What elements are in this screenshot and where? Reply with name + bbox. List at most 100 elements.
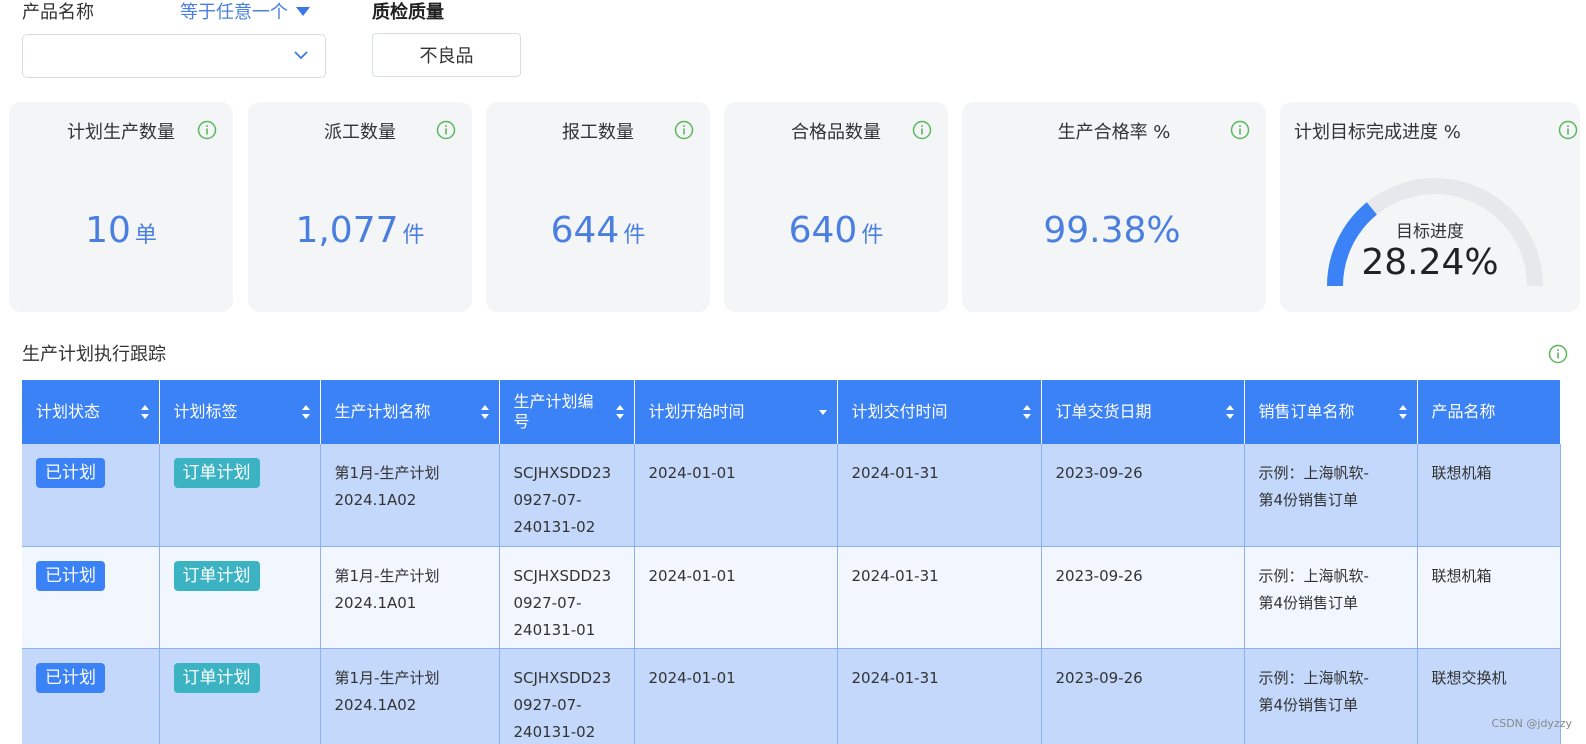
- plan-code-line: 240131-02: [513, 722, 596, 741]
- value-unit: 件: [623, 223, 646, 248]
- header-label: 生产计划编号: [513, 392, 594, 431]
- sort-icon[interactable]: [615, 404, 624, 420]
- sales-order-line: 第4份销售订单: [1258, 491, 1359, 509]
- chevron-down-icon: [294, 51, 308, 60]
- plan-name-line: 2024.1A01: [334, 593, 417, 612]
- column-header-delivery-time[interactable]: 计划交付时间: [837, 380, 1042, 444]
- cell-sales-order: 示例：上海帆软- 第4份销售订单: [1244, 546, 1418, 649]
- cell-delivery-time: 2024-01-31: [837, 444, 1042, 547]
- header-label: 订单交货日期: [1055, 402, 1152, 421]
- sales-order-line: 示例：上海帆软-: [1258, 566, 1369, 585]
- cell-order-date: 2023-09-26: [1041, 444, 1245, 547]
- table-row[interactable]: 已计划 订单计划 第1月-生产计划 2024.1A02 SCJHXSDD23 092…: [22, 648, 1561, 744]
- cell-plan-code: SCJHXSDD23 0927-07- 240131-01: [499, 546, 635, 649]
- cell-plan-name: 第1月-生产计划 2024.1A01: [320, 546, 500, 649]
- plan-tag-badge: 订单计划: [173, 458, 260, 488]
- cell-sales-order: 示例：上海帆软- 第4份销售订单: [1244, 444, 1418, 547]
- cell-status: 已计划: [22, 444, 160, 547]
- value-number: 640: [788, 210, 858, 251]
- info-icon[interactable]: [912, 120, 932, 140]
- column-header-plan-name[interactable]: 生产计划名称: [320, 380, 500, 444]
- sort-icon[interactable]: [480, 404, 489, 420]
- plan-tag-badge: 订单计划: [173, 662, 260, 693]
- column-header-start-time[interactable]: 计划开始时间: [634, 380, 838, 444]
- plan-code-line: SCJHXSDD23: [513, 464, 612, 482]
- value-unit: 件: [402, 223, 425, 248]
- plan-tracking-table: 计划状态 计划标签 生产计划名称 生产计划编号 计划开始时间 计划交付时间 订单…: [22, 380, 1561, 744]
- info-icon[interactable]: [1558, 120, 1578, 140]
- value-number: 644: [550, 210, 620, 251]
- plan-name-line: 第1月-生产计划: [334, 566, 440, 585]
- column-header-status[interactable]: 计划状态: [22, 380, 160, 444]
- plan-code-line: 0927-07-: [513, 593, 582, 612]
- status-badge: 已计划: [36, 662, 105, 693]
- plan-name-line: 第1月-生产计划: [334, 464, 440, 482]
- card-value: 644 件: [486, 210, 710, 251]
- plan-code-line: SCJHXSDD23: [513, 668, 612, 687]
- value-number: 99.38%: [1043, 210, 1181, 251]
- cell-order-date: 2023-09-26: [1041, 648, 1245, 744]
- plan-name-line: 2024.1A02: [334, 491, 417, 509]
- card-value: 10 单: [9, 210, 233, 251]
- cell-start-time: 2024-01-01: [634, 546, 838, 649]
- operator-label: 等于任意一个: [180, 2, 288, 23]
- cell-plan-code: SCJHXSDD23 0927-07- 240131-02: [499, 648, 635, 744]
- table-row[interactable]: 已计划 订单计划 第1月-生产计划 2024.1A01 SCJHXSDD23 092…: [22, 546, 1561, 649]
- cell-product-name: 联想机箱: [1417, 546, 1561, 649]
- sort-icon[interactable]: [140, 404, 149, 420]
- kpi-card-qualified-quantity: 合格品数量 640 件: [724, 102, 948, 312]
- card-value: 640 件: [724, 210, 948, 251]
- sort-desc-icon[interactable]: [818, 404, 827, 420]
- cell-start-time: 2024-01-01: [634, 444, 838, 547]
- sales-order-line: 第4份销售订单: [1258, 695, 1359, 714]
- sales-order-line: 示例：上海帆软-: [1258, 464, 1369, 482]
- cell-tag: 订单计划: [159, 648, 321, 744]
- info-icon[interactable]: [436, 120, 456, 140]
- header-label: 产品名称: [1431, 402, 1496, 421]
- value-unit: 件: [861, 223, 884, 248]
- kpi-card-report-quantity: 报工数量 644 件: [486, 102, 710, 312]
- header-label: 计划交付时间: [851, 402, 948, 421]
- info-icon[interactable]: [197, 120, 217, 140]
- cell-delivery-time: 2024-01-31: [837, 648, 1042, 744]
- card-value: 1,077 件: [248, 210, 472, 251]
- cell-plan-code: SCJHXSDD23 0927-07- 240131-02: [499, 444, 635, 547]
- sort-icon[interactable]: [1022, 404, 1031, 420]
- quality-filter-button[interactable]: 不良品: [372, 33, 521, 77]
- column-header-tag[interactable]: 计划标签: [159, 380, 321, 444]
- sales-order-line: 示例：上海帆软-: [1258, 668, 1369, 687]
- table-header-row: 计划状态 计划标签 生产计划名称 生产计划编号 计划开始时间 计划交付时间 订单…: [22, 380, 1561, 444]
- plan-name-line: 2024.1A02: [334, 695, 417, 714]
- cell-start-time: 2024-01-01: [634, 648, 838, 744]
- info-icon[interactable]: [674, 120, 694, 140]
- column-header-plan-code[interactable]: 生产计划编号: [499, 380, 635, 444]
- sort-icon[interactable]: [1398, 404, 1407, 420]
- table-row[interactable]: 已计划 订单计划 第1月-生产计划 2024.1A02 SCJHXSDD23 092…: [22, 444, 1561, 547]
- plan-name-line: 第1月-生产计划: [334, 668, 440, 687]
- watermark: CSDN @jdyzzy: [1491, 717, 1572, 730]
- info-icon[interactable]: [1548, 344, 1568, 364]
- cell-plan-name: 第1月-生产计划 2024.1A02: [320, 648, 500, 744]
- value-number: 1,077: [295, 210, 399, 251]
- column-header-product-name[interactable]: 产品名称: [1417, 380, 1561, 444]
- plan-code-line: 240131-02: [513, 518, 596, 536]
- sales-order-line: 第4份销售订单: [1258, 593, 1359, 612]
- card-title: 计划目标完成进度 %: [1294, 122, 1461, 143]
- cell-order-date: 2023-09-26: [1041, 546, 1245, 649]
- header-label: 生产计划名称: [334, 402, 431, 421]
- sort-icon[interactable]: [1225, 404, 1234, 420]
- product-select[interactable]: [22, 34, 326, 78]
- cell-tag: 订单计划: [159, 546, 321, 649]
- sort-icon[interactable]: [301, 404, 310, 420]
- column-header-sales-order[interactable]: 销售订单名称: [1244, 380, 1418, 444]
- kpi-card-pass-rate: 生产合格率 % 99.38%: [962, 102, 1266, 312]
- cell-plan-name: 第1月-生产计划 2024.1A02: [320, 444, 500, 547]
- cell-status: 已计划: [22, 546, 160, 649]
- info-icon[interactable]: [1230, 120, 1250, 140]
- value-number: 10: [85, 210, 131, 251]
- header-label: 计划状态: [36, 402, 101, 421]
- column-header-order-date[interactable]: 订单交货日期: [1041, 380, 1245, 444]
- value-unit: 单: [134, 223, 157, 248]
- operator-dropdown[interactable]: 等于任意一个: [180, 0, 310, 24]
- cell-tag: 订单计划: [159, 444, 321, 547]
